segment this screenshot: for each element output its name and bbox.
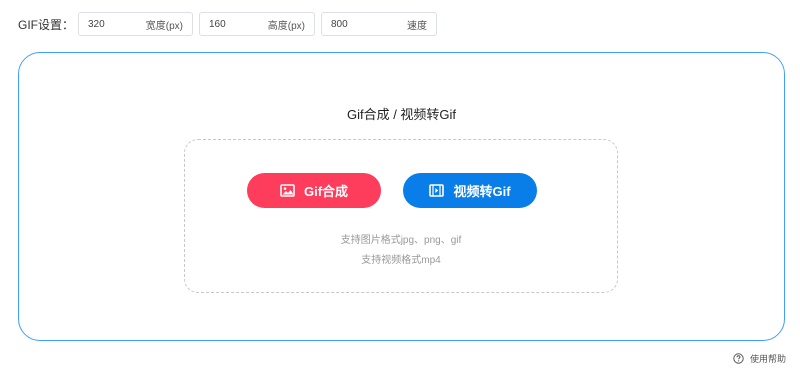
image-icon (280, 184, 295, 197)
video-to-gif-button[interactable]: 视频转Gif (403, 173, 537, 208)
video-to-gif-label: 视频转Gif (453, 184, 511, 199)
film-icon (429, 184, 445, 197)
gif-compose-label: Gif合成 (303, 184, 349, 199)
card-title: Gif合成 / 视频转Gif (346, 107, 457, 122)
image-format-hint: 支持图片格式jpg、png、gif (340, 235, 462, 246)
width-unit-label: 宽度(px) (145, 20, 183, 32)
height-input[interactable]: 160 高度(px) (199, 12, 315, 36)
height-unit-label: 高度(px) (267, 20, 305, 32)
width-input[interactable]: 320 宽度(px) (78, 12, 193, 36)
help-label: 使用帮助 (749, 354, 786, 364)
height-value: 160 (209, 18, 226, 30)
speed-value: 800 (331, 18, 348, 30)
video-format-hint: 支持视频格式mp4 (361, 255, 441, 266)
gif-settings-bar: GIF设置： 320 宽度(px) 160 高度(px) 800 速度 (18, 11, 443, 37)
speed-input[interactable]: 800 速度 (321, 12, 437, 36)
width-value: 320 (88, 18, 105, 30)
speed-unit-label: 速度 (407, 20, 427, 32)
gif-compose-button[interactable]: Gif合成 (247, 173, 381, 208)
help-link[interactable]: 使用帮助 (733, 352, 786, 365)
main-card: Gif合成 / 视频转Gif Gif合成 视频转Gif 支持图片格式jpg、pn… (18, 52, 785, 341)
gif-settings-label: GIF设置： (18, 17, 74, 32)
upload-drop-zone[interactable]: Gif合成 视频转Gif 支持图片格式jpg、png、gif 支持视频格式mp4 (184, 139, 618, 293)
question-circle-icon (733, 353, 744, 364)
